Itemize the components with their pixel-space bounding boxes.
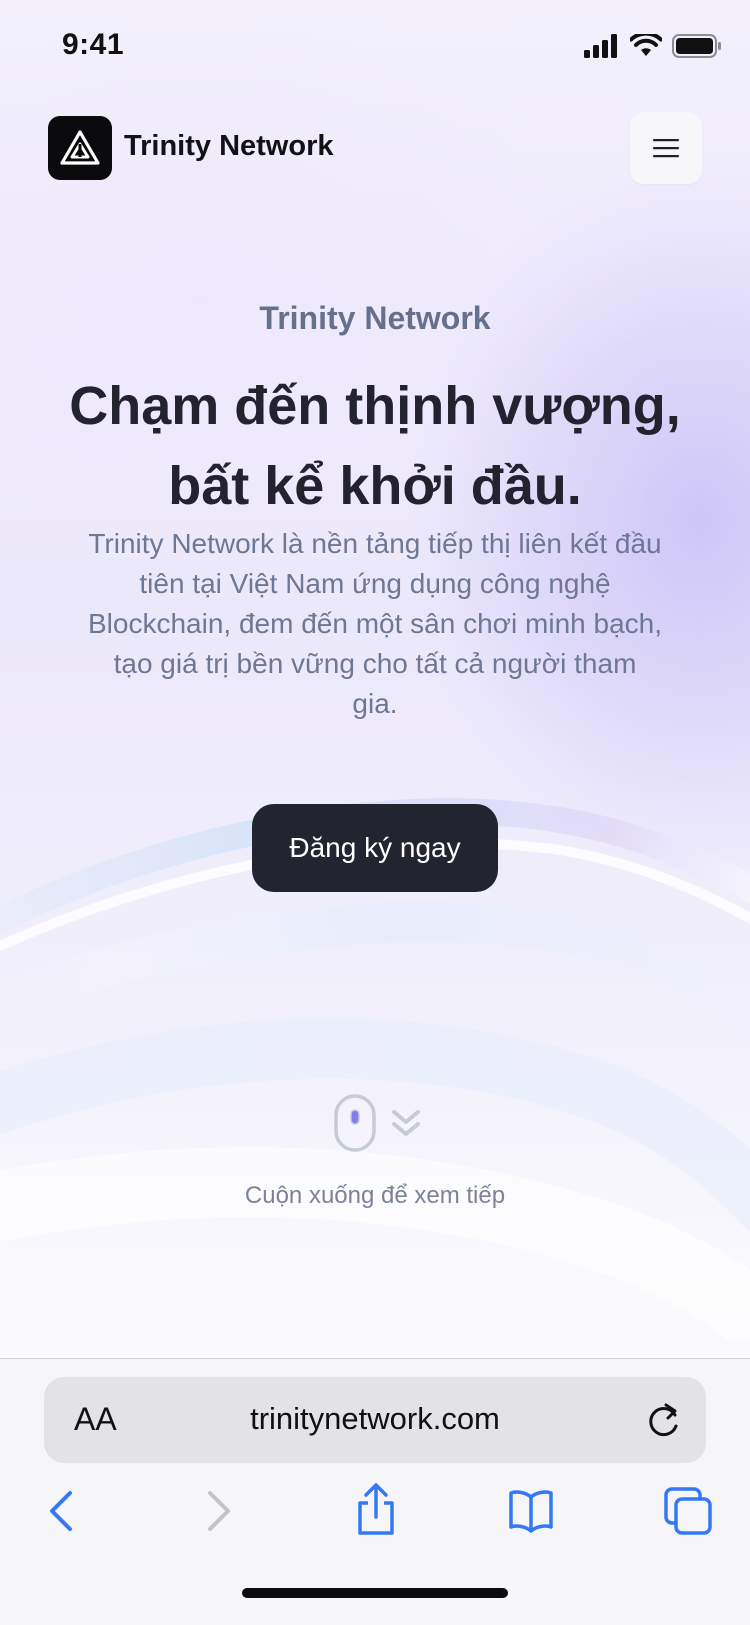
hero-eyebrow: Trinity Network [259,300,491,336]
status-time: 9:41 [62,28,125,61]
address-bar[interactable]: AA trinitynetwork.com [44,1377,706,1463]
browser-toolbar: AA trinitynetwork.com [0,1358,750,1625]
book-icon[interactable] [508,1487,554,1535]
home-indicator [242,1588,508,1598]
hamburger-menu-icon [653,139,679,158]
status-icons [584,32,722,60]
url-text[interactable]: trinitynetwork.com [44,1401,706,1437]
menu-button[interactable] [630,112,702,184]
chevron-right-icon[interactable] [204,1487,234,1535]
triangle-logo-icon [60,130,100,165]
headline-line-2: bất kể khởi đầu. [168,456,582,516]
scroll-hint[interactable] [330,1094,430,1154]
chevron-left-icon[interactable] [46,1487,76,1535]
signal-icon [584,34,617,58]
register-button[interactable]: Đăng ký ngay [252,804,498,892]
brand-logo[interactable] [48,116,112,180]
wifi-icon [630,34,662,56]
share-icon[interactable] [354,1483,398,1537]
mouse-scroll-icon [334,1094,420,1152]
hero-description: Trinity Network là nền tảng tiếp thị liê… [88,528,662,719]
headline-line-1: Chạm đến thịnh vượng, [69,376,681,436]
battery-icon [672,34,721,58]
hero-headline: Chạm đến thịnh vượng, bất kể khởi đầu. [40,366,710,526]
brand-name[interactable]: Trinity Network [124,130,334,163]
tabs-icon[interactable] [664,1487,712,1535]
scroll-hint-text: Cuộn xuống để xem tiếp [244,1182,506,1209]
reload-icon[interactable] [646,1401,682,1439]
